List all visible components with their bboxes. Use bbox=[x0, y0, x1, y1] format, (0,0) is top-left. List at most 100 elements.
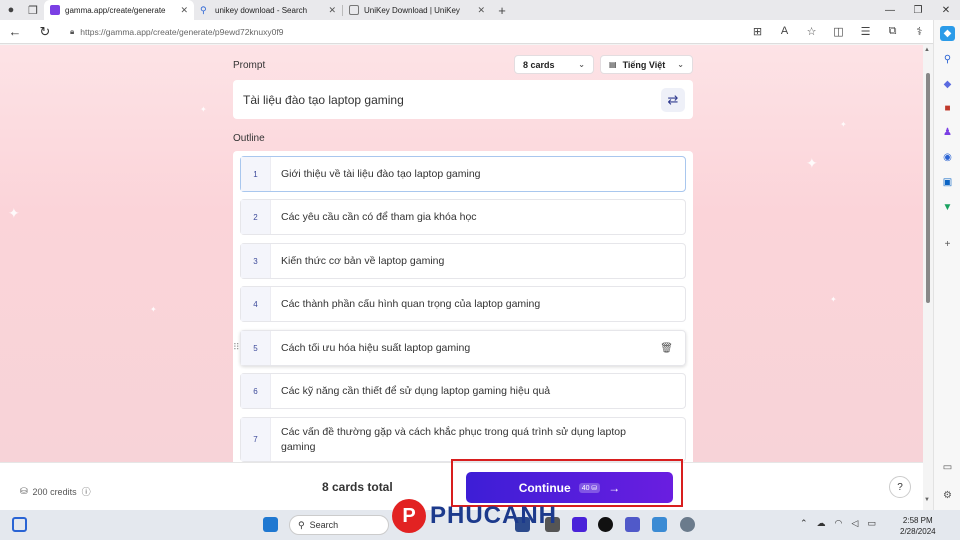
search-icon[interactable]: ⚲ bbox=[940, 52, 955, 67]
page-favicon-icon bbox=[349, 5, 359, 15]
read-aloud-icon[interactable]: A bbox=[771, 25, 798, 38]
scroll-up-icon[interactable]: ▲ bbox=[924, 47, 930, 53]
extensions-icon[interactable]: ⚕ bbox=[906, 25, 933, 38]
chevron-down-icon: ⌄ bbox=[578, 60, 585, 69]
restore-icon[interactable]: ❐ bbox=[904, 0, 932, 20]
tab-strip: ● ❐ gamma.app/create/generate ✕ ⚲ unikey… bbox=[0, 0, 960, 20]
split-screen-icon[interactable]: ◫ bbox=[825, 25, 852, 38]
taskbar-search[interactable]: ⚲ Search bbox=[289, 515, 389, 535]
tab-search[interactable]: ⚲ unikey download - Search ✕ bbox=[194, 0, 342, 20]
back-icon[interactable]: ← bbox=[0, 24, 30, 39]
apps-icon[interactable]: ⊞ bbox=[744, 25, 771, 38]
refresh-icon[interactable]: ↻ bbox=[30, 24, 60, 40]
app-icon[interactable] bbox=[572, 517, 587, 532]
scroll-down-icon[interactable]: ▼ bbox=[924, 497, 930, 503]
chevron-up-icon[interactable]: ⌃ bbox=[800, 518, 808, 529]
language-value: Tiếng Việt bbox=[622, 59, 666, 70]
outline-list: 1 Giới thiệu về tài liệu đào tạo laptop … bbox=[233, 151, 693, 462]
sparkle-icon: ✦ bbox=[200, 105, 207, 114]
app-icon[interactable] bbox=[652, 517, 667, 532]
outlook-icon[interactable]: ▣ bbox=[940, 175, 955, 190]
app-icon[interactable] bbox=[545, 517, 560, 532]
outline-item-text[interactable]: Các thành phần cấu hình quan trọng của l… bbox=[271, 297, 540, 312]
cloud-icon[interactable]: ☁ bbox=[817, 518, 826, 529]
favorites-icon[interactable]: ☰ bbox=[852, 25, 879, 38]
gamma-favicon-icon bbox=[50, 5, 60, 15]
xbox-icon[interactable] bbox=[598, 517, 613, 532]
edge-sidebar: ◆ ⚲ ◆ ■ ♟ ◉ ▣ ▼ + ▭ ⚙ bbox=[933, 20, 960, 510]
screenshot-icon[interactable]: ▭ bbox=[940, 460, 955, 475]
drag-handle-icon[interactable]: ⠿ bbox=[233, 342, 239, 353]
tools-icon[interactable]: ■ bbox=[940, 101, 955, 116]
minimize-icon[interactable]: — bbox=[876, 0, 904, 20]
outline-item[interactable]: 3 Kiến thức cơ bản về laptop gaming bbox=[240, 243, 686, 279]
prompt-label: Prompt bbox=[233, 60, 266, 71]
url-field[interactable]: 🔒︎ https://gamma.app/create/generate/p9e… bbox=[70, 23, 710, 41]
info-icon[interactable]: ⓘ bbox=[82, 485, 91, 498]
scroll-thumb[interactable] bbox=[926, 73, 930, 303]
teams-icon[interactable] bbox=[625, 517, 640, 532]
start-icon[interactable] bbox=[263, 517, 278, 532]
battery-icon[interactable]: ▭ bbox=[867, 518, 876, 529]
outline-item[interactable]: ⠿ 5 Cách tối ưu hóa hiệu suất laptop gam… bbox=[233, 330, 686, 366]
outline-item-number: 2 bbox=[241, 200, 271, 234]
outline-item-number: 3 bbox=[241, 244, 271, 278]
wifi-icon[interactable]: ◠ bbox=[835, 518, 843, 529]
settings-icon[interactable] bbox=[680, 517, 695, 532]
widgets-icon[interactable] bbox=[12, 517, 27, 532]
copilot-icon[interactable]: ◆ bbox=[940, 26, 955, 41]
outline-item-text[interactable]: Kiến thức cơ bản về laptop gaming bbox=[271, 254, 444, 269]
favorite-star-icon[interactable]: ☆ bbox=[798, 25, 825, 38]
language-icon: ▤ bbox=[609, 60, 617, 69]
tab-actions-icon[interactable]: ❐ bbox=[22, 0, 44, 20]
page-scrollbar[interactable]: ▲ ▼ bbox=[923, 45, 933, 510]
outline-item[interactable]: 6 Các kỹ năng cần thiết để sử dụng lapto… bbox=[240, 373, 686, 409]
close-icon[interactable]: ✕ bbox=[477, 5, 485, 16]
outline-item-text[interactable]: Các vấn đề thường gặp và cách khắc phục … bbox=[271, 425, 641, 455]
settings-icon[interactable]: ⚙ bbox=[940, 488, 955, 503]
shopping-tag-icon[interactable]: ◆ bbox=[940, 77, 955, 92]
window-controls: — ❐ ✕ bbox=[876, 0, 960, 20]
address-bar: ← ↻ 🔒︎ https://gamma.app/create/generate… bbox=[0, 20, 960, 44]
tab-label: UniKey Download | UniKey bbox=[364, 5, 460, 15]
help-button[interactable]: ? bbox=[889, 476, 911, 498]
outline-item[interactable]: 4 Các thành phần cấu hình quan trọng của… bbox=[240, 286, 686, 322]
close-icon[interactable]: ✕ bbox=[180, 5, 188, 16]
volume-icon[interactable]: ◁ bbox=[851, 518, 858, 529]
arrow-right-icon: → bbox=[608, 480, 621, 495]
clock[interactable]: 2:58 PM 2/28/2024 bbox=[900, 515, 936, 537]
games-icon[interactable]: ♟ bbox=[940, 125, 955, 140]
tab-label: gamma.app/create/generate bbox=[65, 5, 166, 15]
outline-item-text[interactable]: Các kỹ năng cần thiết để sử dụng laptop … bbox=[271, 384, 550, 399]
close-window-icon[interactable]: ✕ bbox=[932, 0, 960, 20]
outline-item-text[interactable]: Các yêu cầu cần có để tham gia khóa học bbox=[271, 210, 477, 225]
language-select[interactable]: ▤ Tiếng Việt ⌄ bbox=[600, 55, 693, 74]
continue-button[interactable]: Continue 40 ⛁ → bbox=[466, 472, 673, 503]
prompt-input[interactable]: Tài liệu đào tạo laptop gaming ⇄ bbox=[233, 80, 693, 119]
add-icon[interactable]: + bbox=[940, 237, 955, 252]
trash-icon[interactable]: 🗑︎ bbox=[660, 343, 673, 354]
outline-item[interactable]: 2 Các yêu cầu cần có để tham gia khóa họ… bbox=[240, 199, 686, 235]
close-icon[interactable]: ✕ bbox=[328, 5, 336, 16]
prompt-text: Tài liệu đào tạo laptop gaming bbox=[243, 92, 404, 107]
system-tray: ⌃ ☁ ◠ ◁ ▭ bbox=[800, 518, 876, 529]
outline-item[interactable]: 7 Các vấn đề thường gặp và cách khắc phụ… bbox=[240, 417, 686, 462]
outline-item[interactable]: 1 Giới thiệu về tài liệu đào tạo laptop … bbox=[240, 156, 686, 192]
taskbar: ⚲ Search ⌃ ☁ ◠ ◁ ▭ 2:58 PM 2/28/2024 bbox=[0, 510, 960, 540]
profile-icon[interactable]: ● bbox=[0, 0, 22, 20]
tab-unikey[interactable]: UniKey Download | UniKey ✕ bbox=[343, 0, 491, 20]
cards-count-value: 8 cards bbox=[523, 59, 555, 70]
regenerate-icon[interactable]: ⇄ bbox=[661, 88, 685, 112]
outline-item-text[interactable]: Giới thiệu về tài liệu đào tạo laptop ga… bbox=[271, 167, 481, 182]
lock-icon: 🔒︎ bbox=[70, 26, 75, 36]
tab-label: unikey download - Search bbox=[215, 5, 308, 15]
tab-gamma[interactable]: gamma.app/create/generate ✕ bbox=[44, 0, 194, 20]
microsoft-365-icon[interactable]: ◉ bbox=[940, 150, 955, 165]
outline-item-number: 1 bbox=[241, 157, 271, 191]
outline-item-text[interactable]: Cách tối ưu hóa hiệu suất laptop gaming bbox=[271, 341, 470, 356]
collections-icon[interactable]: ⧉ bbox=[879, 25, 906, 38]
designer-icon[interactable]: ▼ bbox=[940, 200, 955, 215]
app-icon[interactable] bbox=[515, 517, 530, 532]
new-tab-button[interactable]: + bbox=[491, 0, 513, 20]
cards-count-select[interactable]: 8 cards ⌄ bbox=[514, 55, 594, 74]
